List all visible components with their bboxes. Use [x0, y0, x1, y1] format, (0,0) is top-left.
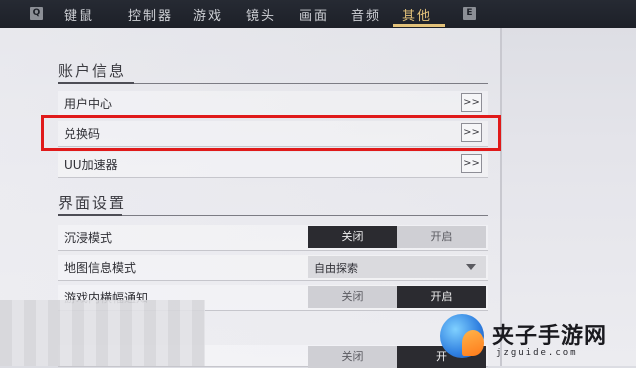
watermark: 夹子手游网 jzguide.com	[440, 314, 636, 366]
option-off[interactable]: 关闭	[308, 286, 397, 308]
highlight-box	[41, 115, 501, 151]
tab-camera[interactable]: 镜头	[246, 5, 276, 24]
section-title-underline	[58, 82, 134, 84]
row-label: 用户中心	[64, 97, 113, 111]
map-info-mode-select[interactable]: 自由探索	[308, 256, 486, 278]
chevron-right-double-icon[interactable]: >>	[461, 154, 482, 173]
option-off[interactable]: 关闭	[308, 346, 397, 368]
tab-other[interactable]: 其他	[402, 5, 432, 24]
caret-down-icon	[466, 264, 476, 270]
top-tab-bar: Q 键鼠 控制器 游戏 镜头 画面 音频 其他 E	[0, 0, 636, 28]
option-off[interactable]: 关闭	[308, 226, 397, 248]
immersive-mode-toggle[interactable]: 关闭 开启	[308, 226, 486, 248]
tab-game[interactable]: 游戏	[193, 5, 223, 24]
row-label: UU加速器	[64, 158, 118, 172]
banner-notification-toggle[interactable]: 关闭 开启	[308, 286, 486, 308]
section-title-account: 账户信息	[58, 62, 127, 80]
section-title-interface: 界面设置	[58, 194, 127, 212]
tab-keyboard-mouse[interactable]: 键鼠	[64, 5, 94, 24]
section-divider	[58, 215, 488, 216]
watermark-url: jzguide.com	[496, 348, 578, 358]
watermark-title: 夹子手游网	[492, 324, 608, 349]
logo-flame-icon	[462, 330, 484, 356]
row-label: 沉浸模式	[64, 231, 113, 245]
active-tab-indicator	[393, 24, 445, 27]
tab-controller[interactable]: 控制器	[128, 5, 173, 24]
row-user-center[interactable]: 用户中心 >>	[58, 91, 488, 117]
blurred-region	[0, 300, 205, 366]
q-key-hint[interactable]: Q	[30, 7, 43, 20]
option-on[interactable]: 开启	[397, 226, 486, 248]
e-key-hint[interactable]: E	[463, 7, 476, 20]
select-value: 自由探索	[314, 262, 358, 275]
tab-audio[interactable]: 音频	[351, 5, 381, 24]
chevron-right-double-icon[interactable]: >>	[461, 93, 482, 112]
option-on[interactable]: 开启	[397, 286, 486, 308]
section-title-underline	[58, 214, 122, 216]
row-uu-accelerator[interactable]: UU加速器 >>	[58, 152, 488, 178]
row-label: 地图信息模式	[64, 261, 137, 275]
tab-graphics[interactable]: 画面	[299, 5, 329, 24]
